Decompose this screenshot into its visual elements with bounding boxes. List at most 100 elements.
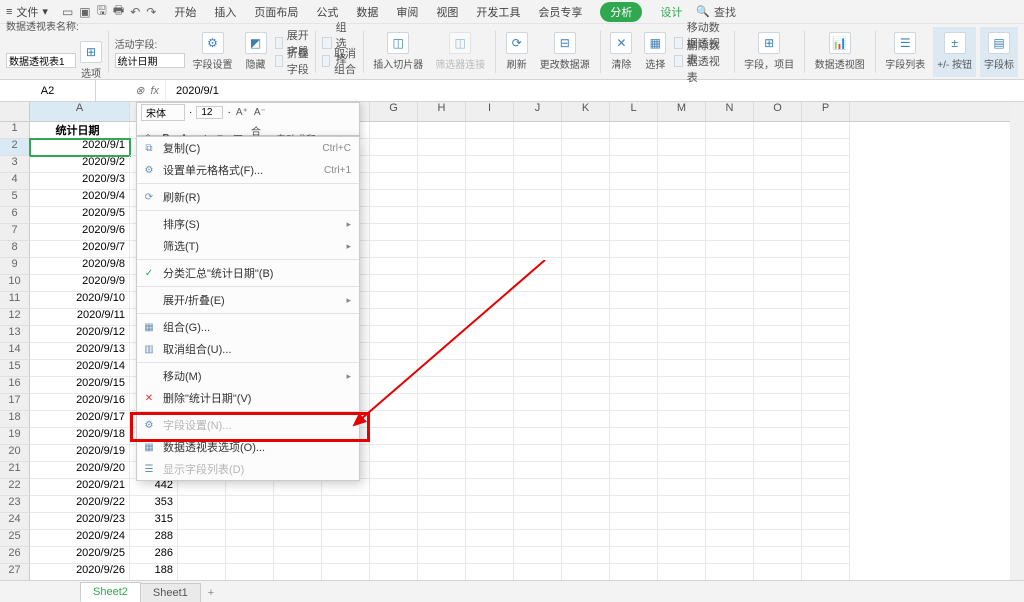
- cell[interactable]: [706, 428, 754, 445]
- cell[interactable]: [178, 530, 226, 547]
- cell[interactable]: [178, 513, 226, 530]
- cell[interactable]: [466, 292, 514, 309]
- decrease-font-icon[interactable]: A⁻: [253, 107, 267, 118]
- cell[interactable]: [322, 496, 370, 513]
- cell[interactable]: [706, 360, 754, 377]
- row-header[interactable]: 5: [0, 190, 30, 207]
- cell[interactable]: [658, 292, 706, 309]
- cell[interactable]: 2020/9/15: [30, 377, 130, 394]
- cell[interactable]: [418, 275, 466, 292]
- cell[interactable]: [514, 445, 562, 462]
- cell[interactable]: 2020/9/2: [30, 156, 130, 173]
- cell[interactable]: [514, 190, 562, 207]
- col-header-P[interactable]: P: [802, 102, 850, 121]
- cell[interactable]: 2020/9/24: [30, 530, 130, 547]
- cell[interactable]: [274, 564, 322, 581]
- cell[interactable]: [658, 122, 706, 139]
- new-icon[interactable]: ▭: [62, 5, 73, 19]
- cell[interactable]: [562, 173, 610, 190]
- cell[interactable]: [514, 309, 562, 326]
- cell[interactable]: [562, 564, 610, 581]
- cell[interactable]: [610, 241, 658, 258]
- cell[interactable]: [562, 428, 610, 445]
- cell[interactable]: [514, 173, 562, 190]
- cell[interactable]: [562, 292, 610, 309]
- cell[interactable]: [802, 360, 850, 377]
- cell[interactable]: [418, 173, 466, 190]
- cell[interactable]: [802, 462, 850, 479]
- vertical-scrollbar[interactable]: [1010, 102, 1024, 580]
- cell[interactable]: [610, 462, 658, 479]
- cell[interactable]: [514, 377, 562, 394]
- cell[interactable]: [610, 479, 658, 496]
- cell[interactable]: [370, 309, 418, 326]
- cell[interactable]: [706, 292, 754, 309]
- ctx-delete[interactable]: ✕删除"统计日期"(V): [137, 387, 359, 409]
- cell[interactable]: [610, 564, 658, 581]
- cell[interactable]: [466, 513, 514, 530]
- row-header[interactable]: 19: [0, 428, 30, 445]
- field-list-button[interactable]: ☰字段列表: [881, 27, 929, 77]
- cell[interactable]: [466, 411, 514, 428]
- cell[interactable]: [802, 411, 850, 428]
- cell[interactable]: [370, 479, 418, 496]
- cell[interactable]: [706, 224, 754, 241]
- cell[interactable]: 315: [130, 513, 178, 530]
- row-header[interactable]: 23: [0, 496, 30, 513]
- cell[interactable]: [370, 122, 418, 139]
- cell[interactable]: [370, 513, 418, 530]
- cell[interactable]: [514, 496, 562, 513]
- cell[interactable]: [466, 394, 514, 411]
- ungroup-button[interactable]: 取消组合: [322, 52, 357, 69]
- cell[interactable]: [802, 513, 850, 530]
- cell[interactable]: [610, 326, 658, 343]
- cell[interactable]: [226, 496, 274, 513]
- cell[interactable]: 2020/9/16: [30, 394, 130, 411]
- cell[interactable]: [754, 479, 802, 496]
- ctx-move[interactable]: 移动(M)▸: [137, 365, 359, 387]
- cell[interactable]: [370, 547, 418, 564]
- cell[interactable]: [562, 122, 610, 139]
- col-header-J[interactable]: J: [514, 102, 562, 121]
- tab-page-layout[interactable]: 页面布局: [254, 4, 298, 20]
- field-headers-button[interactable]: ▤字段标: [980, 27, 1018, 77]
- cell[interactable]: [514, 207, 562, 224]
- cell[interactable]: [658, 547, 706, 564]
- cell[interactable]: [754, 513, 802, 530]
- tab-view[interactable]: 视图: [436, 4, 458, 20]
- active-field-input[interactable]: [115, 53, 185, 68]
- cell[interactable]: [466, 343, 514, 360]
- cell[interactable]: [658, 462, 706, 479]
- cell[interactable]: [754, 207, 802, 224]
- cell[interactable]: [370, 445, 418, 462]
- tab-member[interactable]: 会员专享: [538, 4, 582, 20]
- cell[interactable]: [802, 326, 850, 343]
- tab-data[interactable]: 数据: [356, 4, 378, 20]
- cell[interactable]: [658, 309, 706, 326]
- cell[interactable]: [514, 139, 562, 156]
- cell[interactable]: [514, 122, 562, 139]
- cell[interactable]: [370, 258, 418, 275]
- cell[interactable]: 2020/9/10: [30, 292, 130, 309]
- add-sheet-button[interactable]: +: [200, 584, 222, 602]
- cell[interactable]: [610, 360, 658, 377]
- cell[interactable]: [562, 326, 610, 343]
- cell[interactable]: [322, 547, 370, 564]
- cell[interactable]: [562, 394, 610, 411]
- change-source-button[interactable]: ⊟更改数据源: [536, 27, 594, 77]
- cell[interactable]: [418, 513, 466, 530]
- cell[interactable]: [706, 309, 754, 326]
- cell[interactable]: 2020/9/20: [30, 462, 130, 479]
- cell[interactable]: [514, 275, 562, 292]
- cell[interactable]: [418, 496, 466, 513]
- ctx-copy[interactable]: ⧉复制(C)Ctrl+C: [137, 137, 359, 159]
- cell[interactable]: [562, 190, 610, 207]
- cell[interactable]: [466, 496, 514, 513]
- cell[interactable]: [706, 377, 754, 394]
- cell[interactable]: 2020/9/5: [30, 207, 130, 224]
- row-header[interactable]: 27: [0, 564, 30, 581]
- tab-home[interactable]: 开始: [174, 4, 196, 20]
- cell[interactable]: [418, 241, 466, 258]
- cell[interactable]: [658, 326, 706, 343]
- cell[interactable]: [370, 530, 418, 547]
